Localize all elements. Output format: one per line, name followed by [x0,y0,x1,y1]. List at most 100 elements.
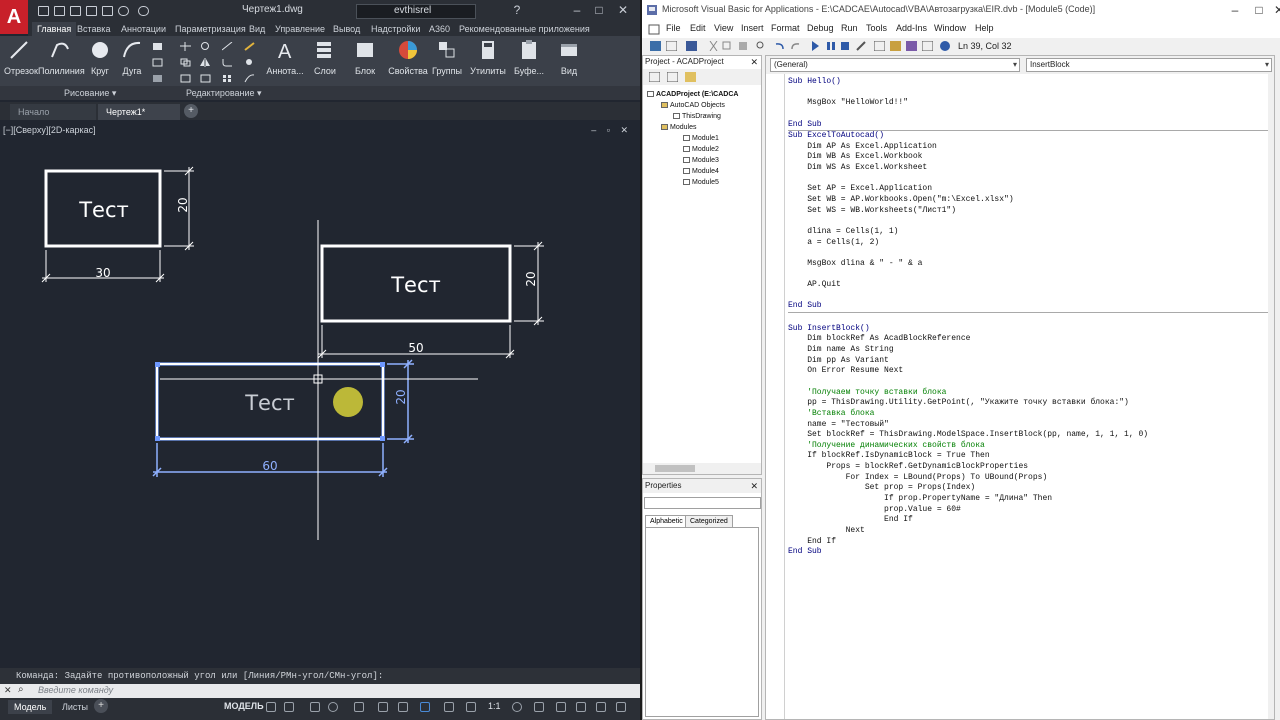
maximize-icon[interactable]: □ [590,2,608,18]
project-explorer-icon[interactable] [874,41,885,51]
workspace-gear-icon[interactable] [512,702,522,712]
drawing-viewport[interactable]: [−][Сверху][2D-каркас] – ▫ ✕ Тест 30 20 [0,120,640,660]
scale-icon[interactable] [200,74,211,83]
minimize-icon[interactable]: – [568,2,586,18]
vba-close-icon[interactable]: ✕ [1270,2,1280,18]
tab-layouts[interactable]: Листы [56,700,94,714]
code-line[interactable] [788,216,1270,227]
code-line[interactable]: On Error Resume Next [788,366,1270,377]
tab-view[interactable]: Вид [244,22,270,36]
code-line[interactable]: Set WS = WB.Worksheets("Лист1") [788,206,1270,217]
polar-icon[interactable] [328,702,338,712]
close-command-icon[interactable]: ✕ [4,685,12,696]
menu-help[interactable]: Help [975,23,994,33]
toolbox-icon[interactable] [922,41,933,51]
circle-button[interactable]: Круг [86,39,114,76]
offset-icon[interactable] [244,74,255,83]
properties-close-icon[interactable]: ✕ [750,479,758,493]
save-icon[interactable] [686,41,697,51]
view-button[interactable]: Вид [554,39,584,76]
code-line[interactable]: Dim WS As Excel.Worksheet [788,163,1270,174]
project-close-icon[interactable]: ✕ [750,56,758,68]
menu-format[interactable]: Format [771,23,800,33]
code-line[interactable] [788,377,1270,388]
project-hscrollbar[interactable] [643,463,761,474]
annomonitor-icon[interactable] [534,702,544,712]
tree-module5[interactable]: Module5 [683,179,719,186]
print-icon[interactable] [102,6,113,16]
polyline-button[interactable]: Полилиния [38,39,85,76]
code-line[interactable] [788,88,1270,99]
tab-insert[interactable]: Вставка [72,22,115,36]
find-icon[interactable] [756,41,767,51]
autocad-logo[interactable]: A [0,0,28,34]
explode-icon[interactable] [244,58,255,67]
tab-addins[interactable]: Надстройки [366,22,425,36]
code-line[interactable]: name = "Тестовый" [788,420,1270,431]
design-mode-icon[interactable] [856,41,867,51]
osnap-icon[interactable] [354,702,364,712]
code-line[interactable] [788,248,1270,259]
code-line[interactable]: Set AP = Excel.Application [788,184,1270,195]
groups-button[interactable]: Группы [430,39,464,76]
block-2[interactable]: Тест [320,244,512,323]
tree-thisdrawing[interactable]: ThisDrawing [673,113,721,120]
array-icon[interactable] [222,74,233,83]
reset-icon[interactable] [840,41,851,51]
mirror-icon[interactable] [200,58,211,67]
code-line[interactable]: Props = blockRef.GetDynamicBlockProperti… [788,462,1270,473]
tab-alphabetic[interactable]: Alphabetic [645,515,688,527]
menu-file[interactable]: File [666,23,681,33]
code-line[interactable]: End Sub [788,547,1270,558]
customization-icon[interactable] [616,702,626,712]
block-1[interactable]: Тест [44,169,162,248]
properties-object-select[interactable] [644,497,761,509]
code-line[interactable]: Sub Hello() [788,77,1270,88]
save-as-icon[interactable] [86,6,97,16]
lineweight-icon[interactable] [420,702,430,712]
transparency-icon[interactable] [444,702,454,712]
tab-start[interactable]: Начало [10,104,96,120]
copy-icon[interactable] [180,58,191,67]
search-icon[interactable]: ⌕ [18,684,24,695]
menu-window[interactable]: Window [934,23,966,33]
block-button[interactable]: Блок [350,39,380,76]
rotate-icon[interactable] [200,42,211,51]
code-line[interactable]: Set blockRef = ThisDrawing.ModelSpace.In… [788,430,1270,441]
help-icon[interactable] [940,41,951,51]
menu-view[interactable]: View [714,23,733,33]
stretch-icon[interactable] [180,74,191,83]
paste-icon[interactable] [738,41,749,51]
cut-icon[interactable] [708,41,719,51]
code-line[interactable]: Dim WB As Excel.Workbook [788,152,1270,163]
vba-minimize-icon[interactable]: – [1226,2,1244,18]
redo-icon[interactable] [138,6,149,16]
menu-run[interactable]: Run [841,23,858,33]
tree-autocad-objects[interactable]: AutoCAD Objects [661,102,725,109]
clipboard-button[interactable]: Буфе... [512,39,546,76]
utilities-button[interactable]: Утилиты [470,39,506,76]
code-line[interactable]: For Index = LBound(Props) To UBound(Prop… [788,473,1270,484]
tab-parametric[interactable]: Параметризация [170,22,251,36]
object-browser-icon[interactable] [906,41,917,51]
code-vscrollbar[interactable] [1268,74,1274,719]
annotation-button[interactable]: A Аннота... [266,39,304,76]
code-line[interactable]: AP.Quit [788,280,1270,291]
close-icon[interactable]: ✕ [614,2,632,18]
code-line[interactable]: End Sub [788,301,1270,312]
insert-module-icon[interactable] [666,41,677,51]
code-line[interactable]: Dim name As String [788,345,1270,356]
layers-button[interactable]: Слои [310,39,340,76]
rectangle-icon[interactable] [152,42,163,51]
code-line[interactable] [788,174,1270,185]
isolate-objects-icon[interactable] [596,702,606,712]
drawing-canvas[interactable]: Тест 30 20 Тест 20 50 Тест 20 60 [0,120,640,660]
gradient-icon[interactable] [152,74,163,83]
snap-icon[interactable] [284,702,294,712]
code-editor[interactable]: Sub Hello() MsgBox "HelloWorld!!" End Sub… [788,77,1270,717]
code-line[interactable]: 'Вставка блока [788,409,1270,420]
annotation-visibility-icon[interactable] [466,702,476,712]
tree-module4[interactable]: Module4 [683,168,719,175]
otrack-icon[interactable] [378,702,388,712]
view-object-icon[interactable] [667,72,678,82]
